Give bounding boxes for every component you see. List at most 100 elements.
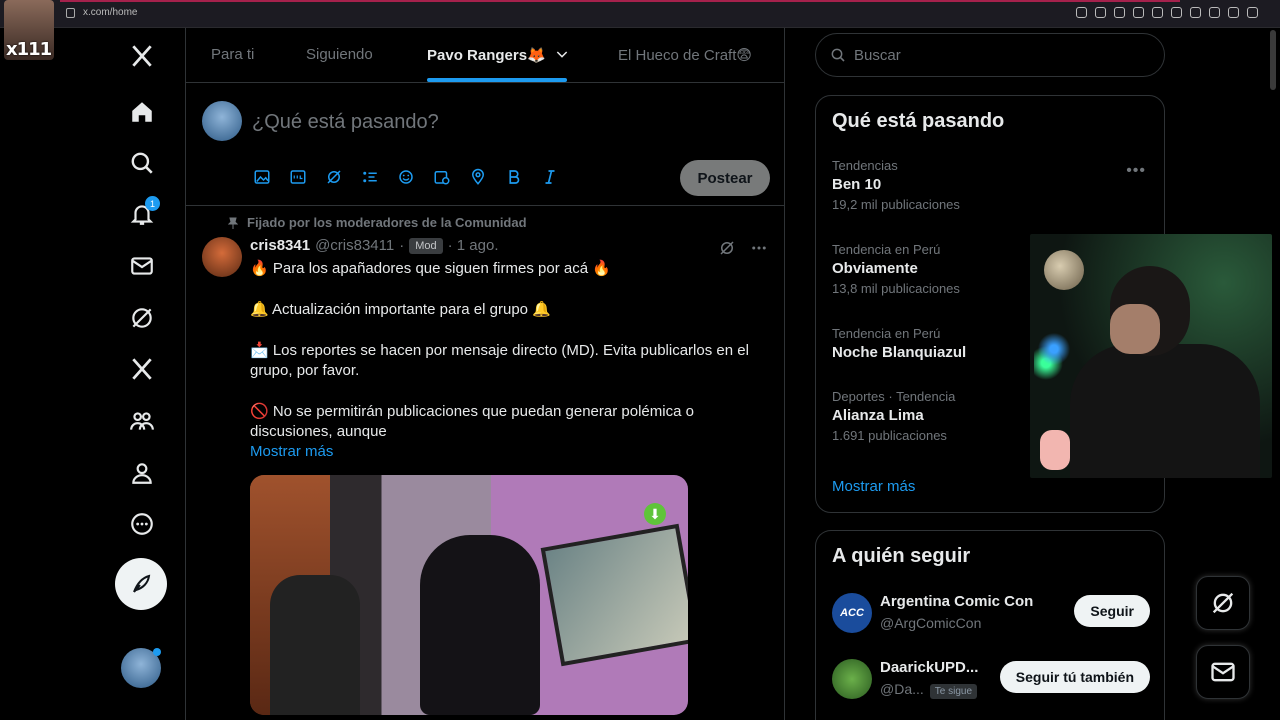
url-text: x.com/home xyxy=(83,7,138,18)
who-to-follow-title: A quién seguir xyxy=(832,545,971,567)
main-timeline: Para ti Siguiendo Pavo Rangers🦊 El Hueco… xyxy=(185,28,785,720)
more-options-icon[interactable] xyxy=(122,504,162,544)
lock-icon xyxy=(66,7,75,18)
post-button[interactable]: Postear xyxy=(680,160,770,196)
poll-icon[interactable] xyxy=(360,167,380,187)
gif-icon[interactable] xyxy=(288,167,308,187)
search-icon xyxy=(831,48,845,62)
mod-badge: Mod xyxy=(409,237,443,254)
extension-icon[interactable] xyxy=(1095,7,1106,18)
pinned-text: Fijado por los moderadores de la Comunid… xyxy=(247,215,527,230)
pinned-post[interactable]: Fijado por los moderadores de la Comunid… xyxy=(186,207,784,720)
trends-title: Qué está pasando xyxy=(832,110,1005,132)
trends-show-more-link[interactable]: Mostrar más xyxy=(832,478,915,495)
search-icon[interactable] xyxy=(122,143,162,183)
heart-icon[interactable] xyxy=(1171,7,1182,18)
media-person xyxy=(420,535,540,715)
follow-back-button[interactable]: Seguir tú también xyxy=(999,661,1150,693)
post-actions xyxy=(718,239,768,257)
zoom-icon[interactable] xyxy=(1076,7,1087,18)
post-author-handle[interactable]: @cris83411 xyxy=(315,237,394,254)
suggestion-avatar[interactable]: ACC xyxy=(832,593,872,633)
post-text-line: 🚫 No se permitirán publicaciones que pue… xyxy=(250,403,694,440)
composer-input[interactable]: ¿Qué está pasando? xyxy=(252,111,439,134)
post-header: cris8341 @cris83411 · Mod · 1 ago. xyxy=(250,237,499,254)
suggestion-handle-row: @Da... Te sigue xyxy=(880,681,978,699)
account-avatar[interactable] xyxy=(121,648,161,688)
suggestion-handle: @Da... xyxy=(880,681,924,697)
grok-icon[interactable] xyxy=(718,239,736,257)
tab-siguiendo[interactable]: Siguiendo xyxy=(306,46,373,63)
post-author-name[interactable]: cris8341 xyxy=(250,237,310,254)
image-icon[interactable] xyxy=(252,167,272,187)
left-navigation: 1 xyxy=(100,28,184,720)
emoji-icon[interactable] xyxy=(396,167,416,187)
messages-floating-button[interactable] xyxy=(1196,645,1250,699)
tab-pavo-rangers[interactable]: Pavo Rangers🦊 xyxy=(427,46,570,64)
play-icon[interactable] xyxy=(1152,7,1163,18)
suggestion-avatar[interactable] xyxy=(832,659,872,699)
notifications-badge: 1 xyxy=(145,196,160,211)
messages-icon[interactable] xyxy=(122,246,162,286)
menu-icon[interactable] xyxy=(1247,7,1258,18)
browser-extension-icons xyxy=(1076,7,1258,18)
pin-icon xyxy=(228,217,238,229)
streamer-overlay-thumbnail: x111 xyxy=(4,0,54,60)
follow-suggestion[interactable]: DaarickUPD... @Da... Te sigue Seguir tú t… xyxy=(832,657,1150,701)
follow-suggestion[interactable]: ACC Argentina Comic Con @ArgComicCon Seg… xyxy=(832,591,1150,635)
profile-icon[interactable] xyxy=(122,453,162,493)
page-scrollbar[interactable] xyxy=(1270,30,1276,90)
suggestion-handle: @ArgComicCon xyxy=(880,615,982,631)
trend-topic: Ben 10 xyxy=(832,176,882,193)
composer-avatar xyxy=(202,101,242,141)
grok-icon[interactable] xyxy=(324,167,344,187)
bold-icon[interactable] xyxy=(504,167,524,187)
post-text-line: 🔔 Actualización importante para el grupo… xyxy=(250,301,551,318)
italic-icon[interactable] xyxy=(540,167,560,187)
trend-count: 19,2 mil publicaciones xyxy=(832,197,960,212)
puzzle-icon[interactable] xyxy=(1190,7,1201,18)
share-icon[interactable] xyxy=(1209,7,1220,18)
who-to-follow-panel: A quién seguir ACC Argentina Comic Con @… xyxy=(815,530,1165,720)
shield-icon[interactable] xyxy=(1133,7,1144,18)
composer-toolbar xyxy=(252,167,560,187)
follows-you-badge: Te sigue xyxy=(929,684,978,699)
compose-post-button[interactable] xyxy=(115,558,167,610)
tab-pavo-rangers-label: Pavo Rangers🦊 xyxy=(427,47,546,64)
webcam-person-body xyxy=(1070,344,1260,478)
tab-indicator-line xyxy=(60,0,1180,2)
more-icon[interactable] xyxy=(750,239,768,257)
suggestion-name[interactable]: DaarickUPD... xyxy=(880,659,978,676)
premium-x-icon[interactable] xyxy=(122,349,162,389)
communities-icon[interactable] xyxy=(122,401,162,441)
tab-para-ti[interactable]: Para ti xyxy=(211,46,254,63)
schedule-icon[interactable] xyxy=(432,167,452,187)
trend-item[interactable]: Tendencias Ben 10 19,2 mil publicaciones xyxy=(832,158,1142,212)
webcam-pig-sticker xyxy=(1040,430,1070,470)
search-input[interactable]: Buscar xyxy=(815,33,1165,77)
notifications-icon[interactable]: 1 xyxy=(122,194,162,234)
location-icon[interactable] xyxy=(468,167,488,187)
webcam-microphone xyxy=(1044,250,1084,290)
download-icon[interactable] xyxy=(1228,7,1239,18)
address-bar[interactable]: x.com/home xyxy=(66,7,137,18)
grok-icon[interactable] xyxy=(122,298,162,338)
grok-floating-button[interactable] xyxy=(1196,576,1250,630)
home-icon[interactable] xyxy=(122,92,162,132)
media-monitor xyxy=(540,523,688,667)
post-timestamp[interactable]: · 1 ago. xyxy=(448,237,499,254)
follow-button[interactable]: Seguir xyxy=(1074,595,1150,627)
bookmark-icon[interactable] xyxy=(1114,7,1125,18)
webcam-lights xyxy=(1034,314,1074,384)
show-more-link[interactable]: Mostrar más xyxy=(250,443,333,460)
grok-icon xyxy=(1212,592,1234,614)
post-media-image[interactable]: ⬇ xyxy=(250,475,688,715)
post-author-avatar[interactable] xyxy=(202,237,242,277)
download-arrow-icon[interactable]: ⬇ xyxy=(644,503,666,525)
suggestion-name[interactable]: Argentina Comic Con xyxy=(880,593,1033,610)
x-logo-icon[interactable] xyxy=(122,36,162,76)
tab-el-hueco-de-craft[interactable]: El Hueco de Craft😨 xyxy=(618,46,752,64)
pinned-label: Fijado por los moderadores de la Comunid… xyxy=(228,215,527,230)
feather-icon xyxy=(133,574,151,593)
chevron-down-icon[interactable] xyxy=(554,46,570,62)
